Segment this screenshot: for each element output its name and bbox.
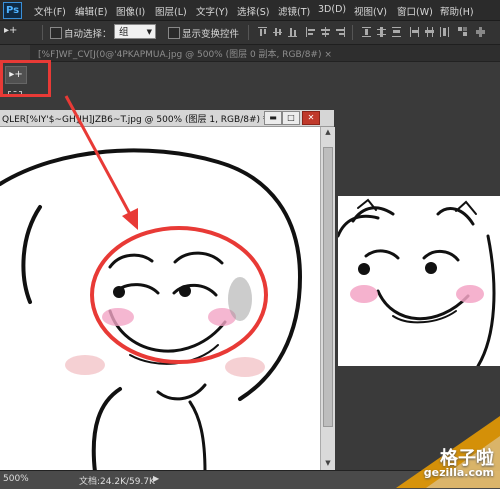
auto-select-value: 组 [119,27,129,38]
scroll-up-icon[interactable]: ▲ [321,128,335,140]
watermark-url: gezilla.com [423,466,494,479]
show-transform-label: 显示变换控件 [182,29,240,40]
auto-align-icon[interactable] [458,27,467,37]
menu-filter[interactable]: 滤镜(T) [278,4,310,18]
show-transform-checkbox[interactable] [168,27,180,39]
menu-window[interactable]: 窗口(W) [397,4,433,18]
move-tool-highlight [0,60,51,97]
second-document-canvas[interactable] [338,196,500,366]
3d-mode-icon[interactable] [476,27,485,37]
menu-layer[interactable]: 图层(L) [155,4,187,18]
options-bar: ▸+ 自动选择： 组 ▼ 显示变换控件 [0,21,500,45]
auto-select-checkbox[interactable] [50,27,62,39]
menu-bar: Ps 文件(F) 编辑(E) 图像(I) 图层(L) 文字(Y) 选择(S) 滤… [0,0,500,21]
watermark: 格子啦 gezilla.com [396,416,500,488]
align-left-icon[interactable] [306,27,315,37]
zoom-level[interactable]: 500% [3,474,29,484]
scrollbar-thumb[interactable] [323,147,333,427]
document-canvas[interactable] [0,127,320,472]
distribute-hcenter-icon[interactable] [425,27,434,37]
align-bottom-icon[interactable] [288,27,297,37]
divider [248,25,249,40]
menu-file[interactable]: 文件(F) [34,4,66,18]
align-top-icon[interactable] [258,27,267,37]
menu-type[interactable]: 文字(Y) [196,4,228,18]
distribute-left-icon[interactable] [410,27,419,37]
dropdown-arrow-icon: ▼ [146,28,152,36]
align-vcenter-icon[interactable] [273,27,282,37]
move-tool-preset-icon[interactable]: ▸+ [4,25,30,40]
menu-image[interactable]: 图像(I) [116,4,145,18]
document-window-title: QLER[%IY'$~GH]JH]JZB6~T.jpg @ 500% (图层 1… [2,115,268,125]
menu-view[interactable]: 视图(V) [354,4,387,18]
right-eye [179,285,191,297]
auto-select-label: 自动选择： [64,29,112,40]
document-tab-bar: [%F]WF_CV[J(0@'4PKAPMUA.jpg @ 500% (图层 0… [30,45,500,62]
maximize-button[interactable]: □ [282,111,300,125]
distribute-bottom-icon[interactable] [392,27,401,37]
left-eye [113,286,125,298]
align-hcenter-icon[interactable] [321,27,330,37]
document-size: 文档:24.2K/59.7K [79,477,155,487]
photoshop-logo: Ps [3,2,22,19]
cat-face-illustration [338,198,496,366]
menu-3d[interactable]: 3D(D) [318,4,346,15]
distribute-top-icon[interactable] [362,27,371,37]
distribute-right-icon[interactable] [440,27,449,37]
auto-select-dropdown[interactable]: 组 ▼ [114,24,156,39]
cartoon-face-illustration [0,148,303,472]
vertical-scrollbar[interactable]: ▲ ▼ [320,127,335,472]
align-right-icon[interactable] [336,27,345,37]
menu-edit[interactable]: 编辑(E) [75,4,107,18]
menu-help[interactable]: 帮助(H) [440,4,474,18]
document-window: QLER[%IY'$~GH]JH]JZB6~T.jpg @ 500% (图层 1… [0,110,335,488]
document-window-titlebar[interactable]: QLER[%IY'$~GH]JH]JZB6~T.jpg @ 500% (图层 1… [0,110,334,127]
distribute-vcenter-icon[interactable] [377,27,386,37]
close-button[interactable]: ✕ [302,111,320,125]
divider [352,25,353,40]
minimize-button[interactable]: ▬ [264,111,282,125]
status-menu-arrow-icon[interactable]: ▶ [153,474,159,483]
document-tab[interactable]: [%F]WF_CV[J(0@'4PKAPMUA.jpg @ 500% (图层 0… [38,47,332,60]
divider [42,25,43,40]
menu-select[interactable]: 选择(S) [237,4,269,18]
